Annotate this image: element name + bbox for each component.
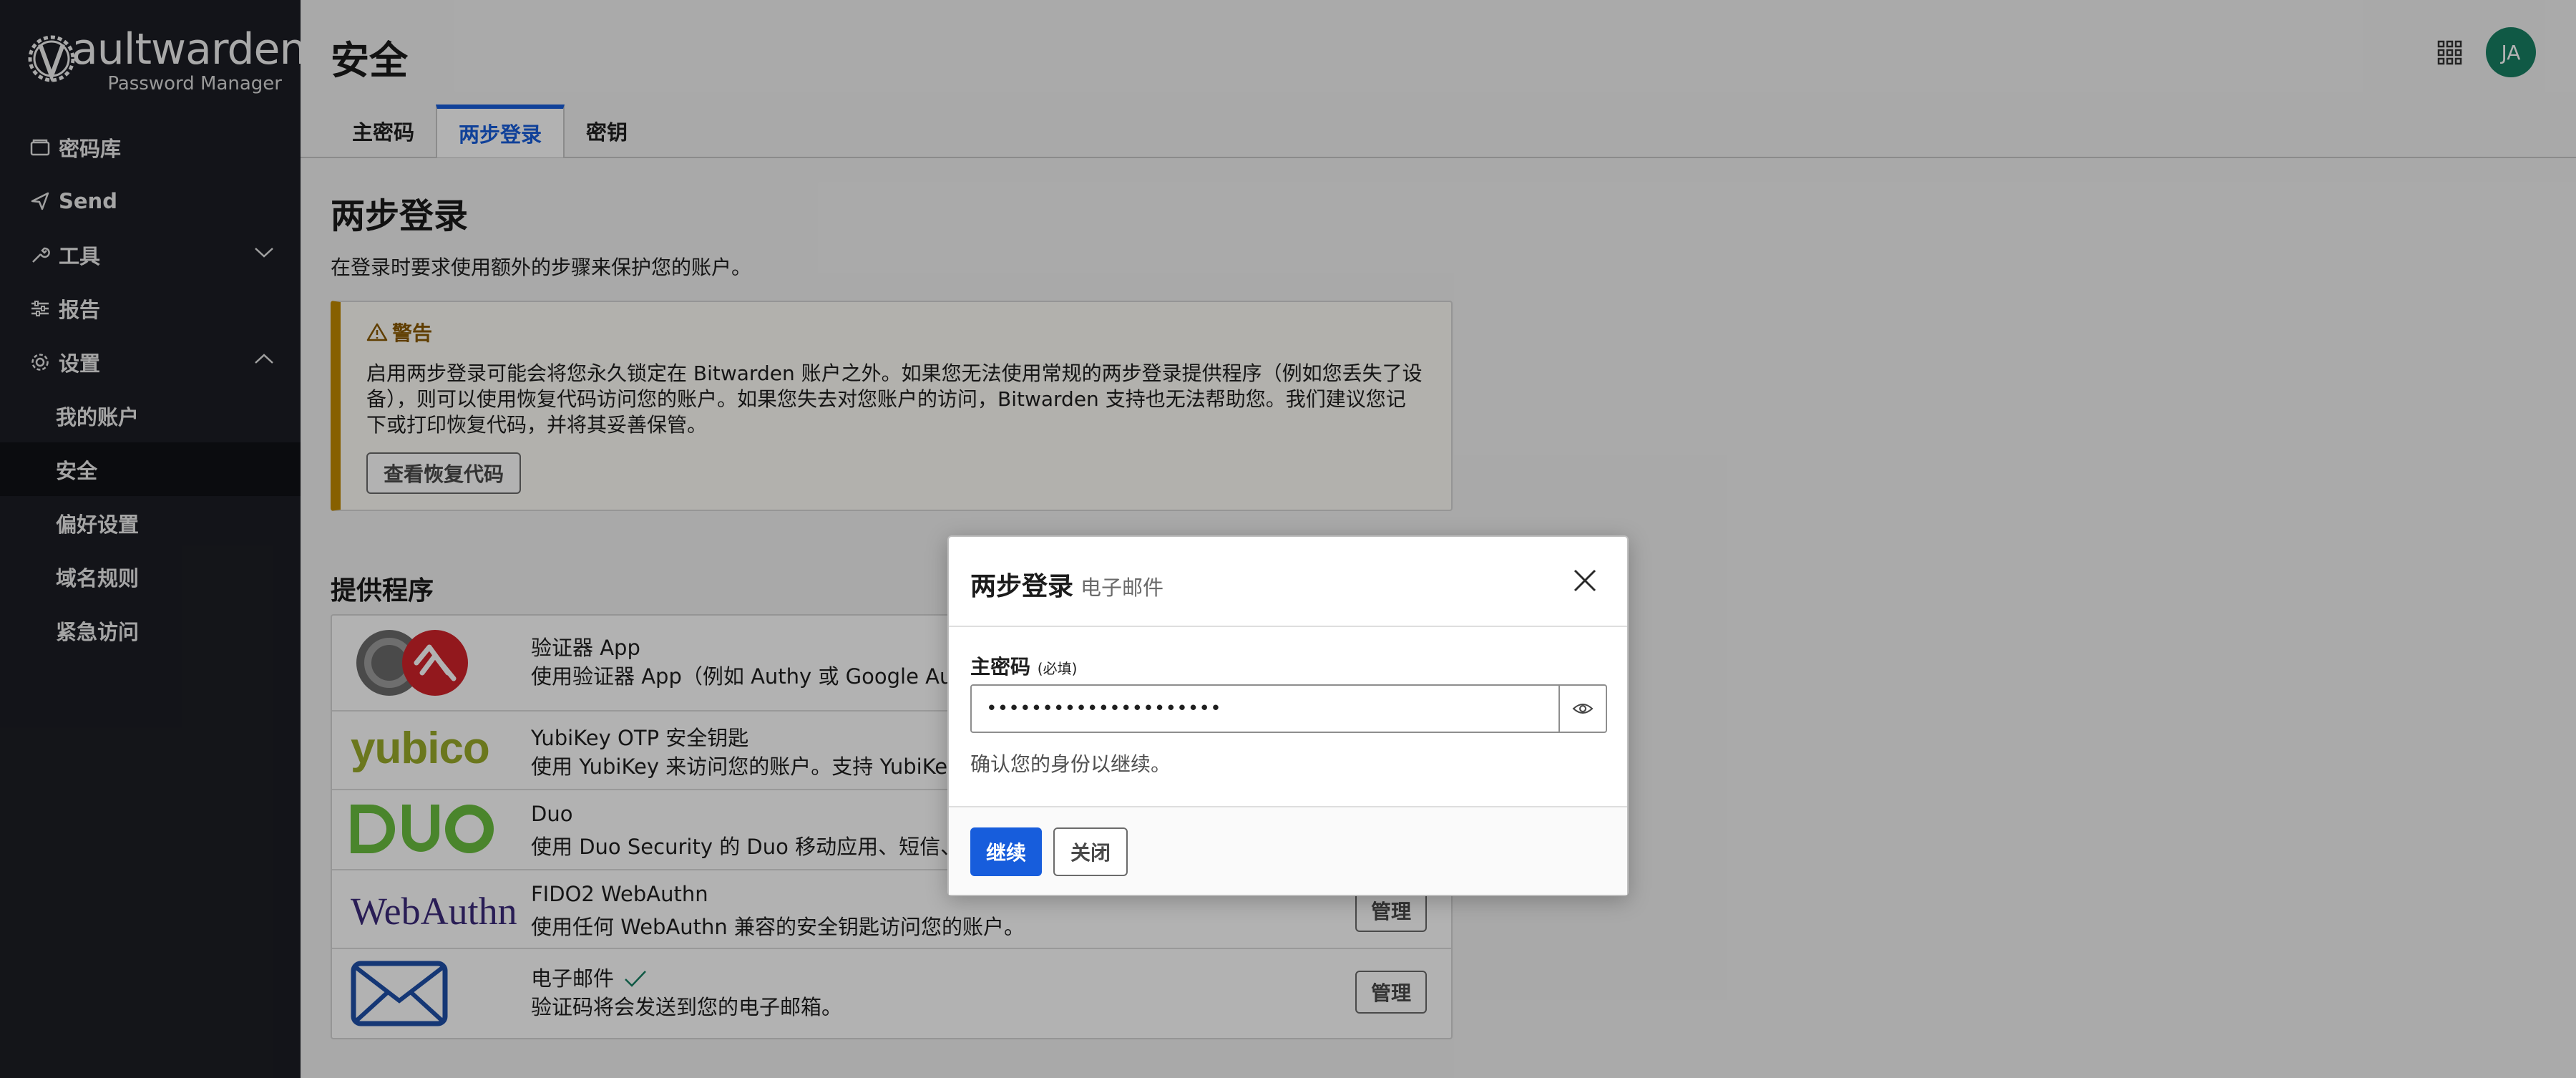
close-icon[interactable] bbox=[1571, 567, 1599, 594]
modal-title-text: 两步登录 bbox=[970, 572, 1074, 601]
master-password-field-wrap bbox=[970, 684, 1607, 733]
modal-title: 两步登录 电子邮件 bbox=[970, 565, 1163, 603]
two-step-email-dialog: 两步登录电子邮件 主密码 (必填) 确认您的身份以继续。 继续 关闭 bbox=[947, 535, 1629, 896]
master-password-label: 主密码 (必填) bbox=[970, 651, 1077, 680]
required-note: (必填) bbox=[1037, 660, 1078, 677]
toggle-visibility-button[interactable] bbox=[1558, 686, 1606, 732]
modal-footer: 继续 关闭 bbox=[949, 806, 1627, 895]
close-button[interactable]: 关闭 bbox=[1053, 827, 1128, 876]
modal-body: 主密码 (必填) 确认您的身份以继续。 bbox=[949, 627, 1627, 806]
modal-header: 两步登录 电子邮件 bbox=[949, 537, 1627, 627]
field-hint: 确认您的身份以继续。 bbox=[970, 752, 1171, 776]
field-label-text: 主密码 bbox=[970, 655, 1031, 679]
modal-subtitle: 电子邮件 bbox=[1080, 576, 1164, 600]
continue-button[interactable]: 继续 bbox=[970, 827, 1043, 876]
master-password-input[interactable] bbox=[972, 686, 1558, 732]
eye-icon bbox=[1572, 704, 1594, 714]
